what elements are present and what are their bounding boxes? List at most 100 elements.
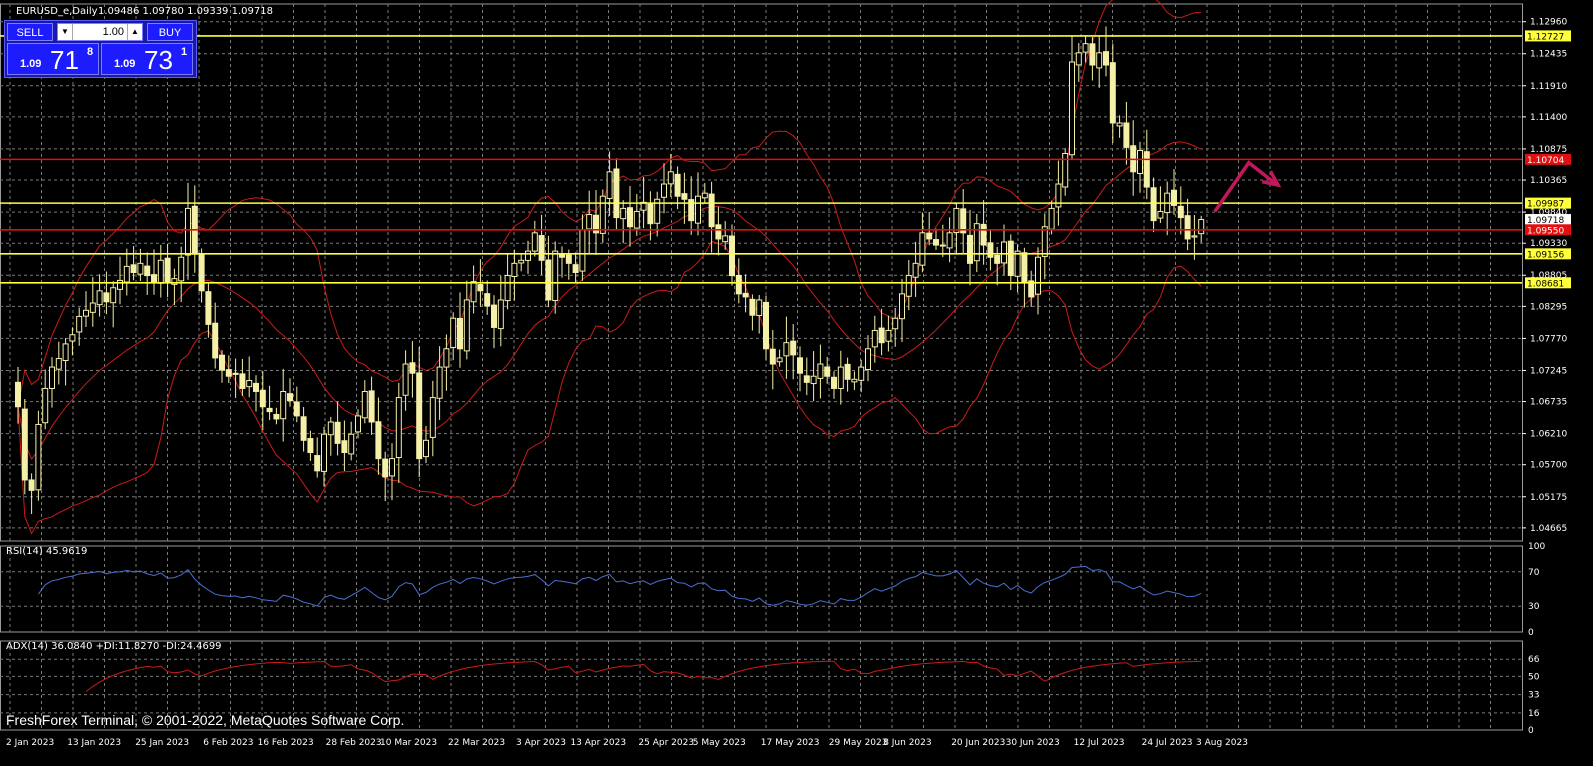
candle-body: [382, 458, 389, 478]
candle-body: [1157, 210, 1164, 219]
candle-body: [905, 275, 912, 297]
time-tick-label: 5 May 2023: [693, 738, 746, 748]
candle-body: [83, 309, 89, 317]
candle-body: [647, 202, 654, 225]
time-tick-label: 13 Jan 2023: [67, 738, 121, 748]
candle-body: [912, 262, 919, 278]
time-tick-label: 10 Mar 2023: [380, 738, 437, 748]
candle-body: [599, 195, 606, 234]
candle-body: [55, 358, 62, 370]
candle-body: [722, 235, 729, 243]
candle-body: [674, 173, 681, 197]
time-tick-label: 12 Jul 2023: [1074, 738, 1125, 748]
candle-body: [763, 301, 769, 350]
candle-body: [1069, 61, 1075, 156]
candle-body: [620, 207, 627, 220]
symbol-title: EURUSD_e,Daily: [16, 6, 98, 17]
chevron-up-icon[interactable]: ▲: [127, 24, 142, 40]
candle-body: [613, 168, 620, 219]
rsi-line: [37, 565, 1202, 607]
candle-body: [899, 293, 905, 320]
price-tick-label: 1.06210: [1530, 430, 1567, 440]
time-tick-label: 22 Mar 2023: [448, 738, 505, 748]
candle-body: [803, 375, 810, 383]
candle-body: [844, 363, 851, 380]
candle-body: [76, 315, 83, 333]
candle-body: [334, 421, 341, 444]
sell-price-prefix: 1.09: [20, 58, 42, 70]
candle-body: [933, 239, 939, 246]
sell-price-pips: 71: [50, 45, 79, 75]
time-tick-label: 20 Jun 2023: [951, 738, 1005, 748]
candle-body: [321, 433, 327, 472]
arrow-shaft: [1213, 160, 1278, 213]
level-tag-label: 1.12727: [1527, 32, 1564, 42]
candle-body: [606, 171, 613, 199]
candle-body: [423, 439, 429, 458]
time-tick-label: 6 Feb 2023: [203, 738, 253, 748]
candle-body: [280, 390, 287, 420]
candle-body: [1075, 52, 1082, 66]
candle-body: [1109, 62, 1116, 124]
rsi-tick-label: 70: [1528, 568, 1540, 578]
time-axis: 2 Jan 2023 13 Jan 2023 25 Jan 2023 6 Feb 20…: [6, 738, 1248, 748]
candle-body: [783, 342, 790, 357]
sell-button[interactable]: SELL: [7, 23, 53, 41]
candle-body: [28, 479, 35, 491]
price-tick-label: 1.08805: [1530, 271, 1567, 281]
candle-body: [21, 408, 28, 481]
buy-button[interactable]: BUY: [147, 23, 193, 41]
buy-price-fraction: 1: [181, 46, 188, 58]
candle-body: [518, 259, 525, 264]
rsi-tick-label: 30: [1528, 602, 1540, 612]
candle-body: [416, 372, 423, 460]
candle-body: [470, 281, 477, 303]
candle-body: [137, 262, 144, 275]
candle-body: [463, 299, 470, 352]
candle-body: [246, 380, 253, 388]
candle-body: [212, 322, 219, 359]
time-tick-label: 3 Apr 2023: [516, 738, 566, 748]
candle-body: [96, 290, 103, 306]
candle-body: [756, 299, 763, 316]
candle-body: [35, 423, 42, 491]
candle-body: [225, 369, 232, 377]
price-tick-label: 1.05700: [1530, 461, 1567, 471]
chart-canvas[interactable]: 1.127271.107041.099871.097181.095501.091…: [0, 0, 1593, 766]
candle-body: [1150, 187, 1157, 222]
candle-body: [504, 275, 511, 302]
sell-price-button[interactable]: 1.09 71 8: [7, 43, 99, 75]
buy-price-button[interactable]: 1.09 73 1: [101, 43, 193, 75]
candle-body: [817, 363, 824, 379]
sell-price-fraction: 8: [87, 46, 94, 58]
panel-border-1: [0, 545, 1523, 633]
candle-body: [450, 317, 457, 348]
price-tick-label: 1.10875: [1530, 145, 1567, 155]
candle-body: [157, 259, 164, 284]
candle-body: [885, 329, 892, 342]
candle-body: [89, 302, 96, 313]
time-tick-label: 13 Apr 2023: [570, 738, 626, 748]
time-tick-label: 16 Feb 2023: [258, 738, 314, 748]
lot-size-input[interactable]: ▼ 1.00 ▲: [57, 23, 143, 41]
candle-body: [953, 207, 960, 234]
candle-body: [858, 366, 865, 381]
candle-body: [1062, 153, 1069, 188]
candle-body: [797, 357, 803, 374]
candle-body: [185, 207, 191, 256]
candle-body: [871, 329, 878, 348]
candle-body: [851, 378, 858, 383]
candle-body: [946, 232, 953, 249]
candle-body: [117, 279, 123, 290]
lot-value: 1.00: [102, 26, 124, 38]
chevron-down-icon[interactable]: ▼: [58, 24, 73, 40]
candle-body: [769, 348, 776, 365]
candle-body: [565, 254, 572, 264]
bollinger-lower: [17, 241, 1202, 535]
candle-body: [586, 214, 593, 230]
candle-body: [253, 382, 259, 392]
candle-body: [1007, 240, 1014, 277]
candle-body: [1177, 205, 1184, 219]
candle-body: [15, 381, 21, 408]
candle-body: [633, 210, 640, 229]
